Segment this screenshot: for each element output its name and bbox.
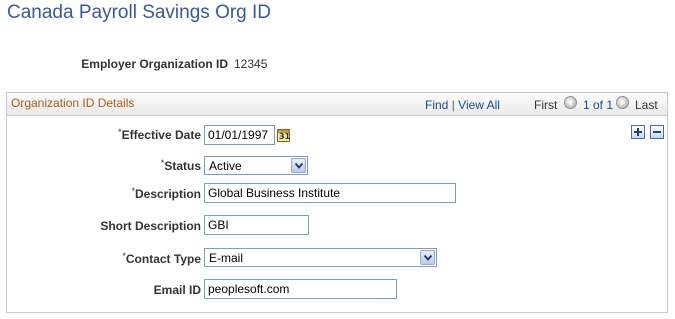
short-description-input[interactable]: GBI (204, 215, 309, 235)
description-input[interactable]: Global Business Institute (204, 183, 456, 203)
status-select-value: Active (209, 159, 242, 173)
required-marker: * (131, 186, 135, 196)
required-marker: * (122, 251, 126, 261)
effective-date-label: *Effective Date (118, 127, 201, 142)
nav-separator: | (451, 98, 455, 112)
description-label-text: Description (134, 187, 201, 201)
effective-date-input[interactable]: 01/01/1997 (204, 125, 275, 145)
short-description-label: Short Description (100, 219, 201, 233)
first-link: First (534, 98, 558, 112)
view-all-link[interactable]: View All (458, 98, 500, 112)
employer-org-row: Employer Organization ID 12345 (0, 57, 675, 73)
contact-type-label-text: Contact Type (125, 252, 201, 266)
find-link[interactable]: Find (425, 98, 448, 112)
email-id-input[interactable]: peoplesoft.com (204, 279, 397, 299)
chevron-down-icon[interactable] (420, 250, 435, 265)
description-label: *Description (131, 186, 201, 201)
email-id-label-text: Email ID (153, 283, 201, 297)
calendar-icon-text: 31 (279, 132, 291, 141)
employer-org-value: 12345 (234, 57, 268, 71)
status-label: *Status (160, 158, 201, 173)
contact-type-select-value: E-mail (209, 251, 244, 265)
contact-type-select[interactable]: E-mail (204, 248, 437, 267)
required-marker: * (118, 127, 122, 137)
nav-links: Find | View All (425, 98, 500, 112)
employer-org-label: Employer Organization ID (81, 57, 228, 71)
page-count: 1 of 1 (583, 98, 614, 112)
group-header: Organization ID Details Find | View All … (7, 93, 667, 116)
chevron-down-icon[interactable] (291, 158, 306, 173)
calendar-icon[interactable]: 31 (277, 129, 290, 142)
contact-type-label: *Contact Type (122, 251, 201, 266)
required-marker: * (160, 158, 165, 168)
group-title: Organization ID Details (11, 96, 135, 110)
minus-icon[interactable] (650, 125, 664, 139)
email-id-label: Email ID (154, 283, 201, 297)
plus-icon[interactable] (631, 125, 645, 139)
arrow-left-icon[interactable] (564, 96, 577, 109)
short-description-label-text: Short Description (100, 219, 201, 233)
effective-date-label-text: Effective Date (121, 128, 201, 142)
status-select[interactable]: Active (204, 156, 308, 175)
status-label-text: Status (164, 159, 201, 173)
arrow-right-icon[interactable] (616, 96, 629, 109)
last-link: Last (635, 98, 658, 112)
page-title: Canada Payroll Savings Org ID (7, 2, 272, 23)
